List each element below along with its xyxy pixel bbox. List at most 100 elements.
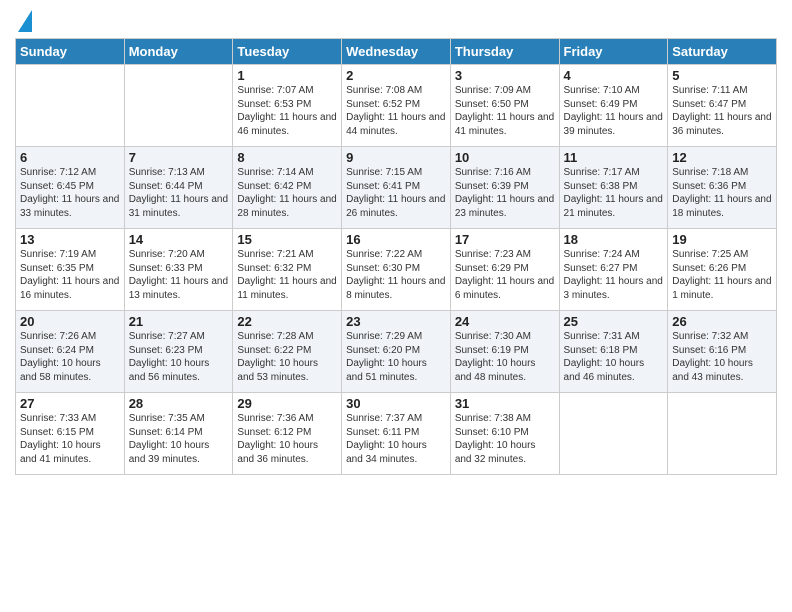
cal-cell-14: 14Sunrise: 7:20 AMSunset: 6:33 PMDayligh… [124, 229, 233, 311]
day-number: 26 [672, 314, 772, 329]
cal-cell-24: 24Sunrise: 7:30 AMSunset: 6:19 PMDayligh… [450, 311, 559, 393]
day-number: 11 [564, 150, 664, 165]
cell-info: Sunrise: 7:08 AMSunset: 6:52 PMDaylight:… [346, 84, 446, 138]
calendar-table: SundayMondayTuesdayWednesdayThursdayFrid… [15, 38, 777, 475]
week-row-1: 1Sunrise: 7:07 AMSunset: 6:53 PMDaylight… [16, 65, 777, 147]
day-number: 22 [237, 314, 337, 329]
cell-info: Sunrise: 7:30 AMSunset: 6:19 PMDaylight:… [455, 330, 555, 384]
cal-cell-1: 1Sunrise: 7:07 AMSunset: 6:53 PMDaylight… [233, 65, 342, 147]
cal-cell-21: 21Sunrise: 7:27 AMSunset: 6:23 PMDayligh… [124, 311, 233, 393]
week-row-3: 13Sunrise: 7:19 AMSunset: 6:35 PMDayligh… [16, 229, 777, 311]
cell-info: Sunrise: 7:21 AMSunset: 6:32 PMDaylight:… [237, 248, 337, 302]
cell-info: Sunrise: 7:12 AMSunset: 6:45 PMDaylight:… [20, 166, 120, 220]
cell-info: Sunrise: 7:27 AMSunset: 6:23 PMDaylight:… [129, 330, 229, 384]
cell-info: Sunrise: 7:10 AMSunset: 6:49 PMDaylight:… [564, 84, 664, 138]
day-number: 8 [237, 150, 337, 165]
cell-info: Sunrise: 7:37 AMSunset: 6:11 PMDaylight:… [346, 412, 446, 466]
day-number: 12 [672, 150, 772, 165]
cal-cell-3: 3Sunrise: 7:09 AMSunset: 6:50 PMDaylight… [450, 65, 559, 147]
cal-cell-5: 5Sunrise: 7:11 AMSunset: 6:47 PMDaylight… [668, 65, 777, 147]
day-number: 29 [237, 396, 337, 411]
day-number: 3 [455, 68, 555, 83]
day-number: 7 [129, 150, 229, 165]
day-number: 28 [129, 396, 229, 411]
day-number: 9 [346, 150, 446, 165]
cell-info: Sunrise: 7:14 AMSunset: 6:42 PMDaylight:… [237, 166, 337, 220]
day-number: 30 [346, 396, 446, 411]
day-header-saturday: Saturday [668, 39, 777, 65]
cal-cell-27: 27Sunrise: 7:33 AMSunset: 6:15 PMDayligh… [16, 393, 125, 475]
cal-cell-12: 12Sunrise: 7:18 AMSunset: 6:36 PMDayligh… [668, 147, 777, 229]
day-number: 10 [455, 150, 555, 165]
cal-cell-15: 15Sunrise: 7:21 AMSunset: 6:32 PMDayligh… [233, 229, 342, 311]
cell-info: Sunrise: 7:38 AMSunset: 6:10 PMDaylight:… [455, 412, 555, 466]
cell-info: Sunrise: 7:32 AMSunset: 6:16 PMDaylight:… [672, 330, 772, 384]
cal-cell-8: 8Sunrise: 7:14 AMSunset: 6:42 PMDaylight… [233, 147, 342, 229]
day-number: 14 [129, 232, 229, 247]
day-header-tuesday: Tuesday [233, 39, 342, 65]
cell-info: Sunrise: 7:18 AMSunset: 6:36 PMDaylight:… [672, 166, 772, 220]
cal-cell-10: 10Sunrise: 7:16 AMSunset: 6:39 PMDayligh… [450, 147, 559, 229]
day-header-row: SundayMondayTuesdayWednesdayThursdayFrid… [16, 39, 777, 65]
cell-info: Sunrise: 7:23 AMSunset: 6:29 PMDaylight:… [455, 248, 555, 302]
day-number: 5 [672, 68, 772, 83]
day-number: 16 [346, 232, 446, 247]
day-number: 15 [237, 232, 337, 247]
cell-info: Sunrise: 7:31 AMSunset: 6:18 PMDaylight:… [564, 330, 664, 384]
cal-cell-26: 26Sunrise: 7:32 AMSunset: 6:16 PMDayligh… [668, 311, 777, 393]
cal-cell-11: 11Sunrise: 7:17 AMSunset: 6:38 PMDayligh… [559, 147, 668, 229]
cal-cell-7: 7Sunrise: 7:13 AMSunset: 6:44 PMDaylight… [124, 147, 233, 229]
cal-cell-13: 13Sunrise: 7:19 AMSunset: 6:35 PMDayligh… [16, 229, 125, 311]
logo [15, 10, 32, 32]
week-row-5: 27Sunrise: 7:33 AMSunset: 6:15 PMDayligh… [16, 393, 777, 475]
cal-cell-19: 19Sunrise: 7:25 AMSunset: 6:26 PMDayligh… [668, 229, 777, 311]
cal-cell-29: 29Sunrise: 7:36 AMSunset: 6:12 PMDayligh… [233, 393, 342, 475]
day-header-monday: Monday [124, 39, 233, 65]
cal-cell-18: 18Sunrise: 7:24 AMSunset: 6:27 PMDayligh… [559, 229, 668, 311]
cal-cell-20: 20Sunrise: 7:26 AMSunset: 6:24 PMDayligh… [16, 311, 125, 393]
day-number: 24 [455, 314, 555, 329]
cell-info: Sunrise: 7:26 AMSunset: 6:24 PMDaylight:… [20, 330, 120, 384]
cell-info: Sunrise: 7:35 AMSunset: 6:14 PMDaylight:… [129, 412, 229, 466]
cell-info: Sunrise: 7:13 AMSunset: 6:44 PMDaylight:… [129, 166, 229, 220]
day-number: 19 [672, 232, 772, 247]
day-number: 23 [346, 314, 446, 329]
empty-cell [124, 65, 233, 147]
cal-cell-6: 6Sunrise: 7:12 AMSunset: 6:45 PMDaylight… [16, 147, 125, 229]
cell-info: Sunrise: 7:36 AMSunset: 6:12 PMDaylight:… [237, 412, 337, 466]
cell-info: Sunrise: 7:09 AMSunset: 6:50 PMDaylight:… [455, 84, 555, 138]
cell-info: Sunrise: 7:28 AMSunset: 6:22 PMDaylight:… [237, 330, 337, 384]
logo-triangle-icon [18, 10, 32, 32]
day-number: 4 [564, 68, 664, 83]
cal-cell-4: 4Sunrise: 7:10 AMSunset: 6:49 PMDaylight… [559, 65, 668, 147]
day-number: 13 [20, 232, 120, 247]
cal-cell-17: 17Sunrise: 7:23 AMSunset: 6:29 PMDayligh… [450, 229, 559, 311]
day-number: 21 [129, 314, 229, 329]
cell-info: Sunrise: 7:29 AMSunset: 6:20 PMDaylight:… [346, 330, 446, 384]
day-number: 27 [20, 396, 120, 411]
day-header-thursday: Thursday [450, 39, 559, 65]
cell-info: Sunrise: 7:07 AMSunset: 6:53 PMDaylight:… [237, 84, 337, 138]
page: SundayMondayTuesdayWednesdayThursdayFrid… [0, 0, 792, 485]
cell-info: Sunrise: 7:15 AMSunset: 6:41 PMDaylight:… [346, 166, 446, 220]
empty-cell [16, 65, 125, 147]
empty-cell [559, 393, 668, 475]
cal-cell-2: 2Sunrise: 7:08 AMSunset: 6:52 PMDaylight… [342, 65, 451, 147]
cal-cell-25: 25Sunrise: 7:31 AMSunset: 6:18 PMDayligh… [559, 311, 668, 393]
day-header-wednesday: Wednesday [342, 39, 451, 65]
cal-cell-22: 22Sunrise: 7:28 AMSunset: 6:22 PMDayligh… [233, 311, 342, 393]
cell-info: Sunrise: 7:33 AMSunset: 6:15 PMDaylight:… [20, 412, 120, 466]
cell-info: Sunrise: 7:22 AMSunset: 6:30 PMDaylight:… [346, 248, 446, 302]
day-number: 1 [237, 68, 337, 83]
cell-info: Sunrise: 7:19 AMSunset: 6:35 PMDaylight:… [20, 248, 120, 302]
cal-cell-9: 9Sunrise: 7:15 AMSunset: 6:41 PMDaylight… [342, 147, 451, 229]
cal-cell-23: 23Sunrise: 7:29 AMSunset: 6:20 PMDayligh… [342, 311, 451, 393]
cell-info: Sunrise: 7:20 AMSunset: 6:33 PMDaylight:… [129, 248, 229, 302]
cal-cell-28: 28Sunrise: 7:35 AMSunset: 6:14 PMDayligh… [124, 393, 233, 475]
week-row-2: 6Sunrise: 7:12 AMSunset: 6:45 PMDaylight… [16, 147, 777, 229]
cal-cell-31: 31Sunrise: 7:38 AMSunset: 6:10 PMDayligh… [450, 393, 559, 475]
day-number: 2 [346, 68, 446, 83]
day-number: 6 [20, 150, 120, 165]
day-number: 25 [564, 314, 664, 329]
header [15, 10, 777, 32]
